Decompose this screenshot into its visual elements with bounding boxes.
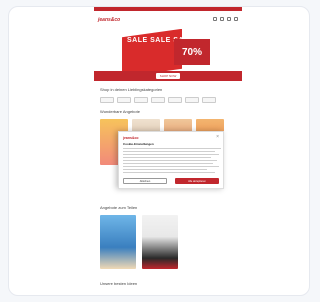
second-section-row [100, 215, 178, 269]
bottom-thumbnails [100, 295, 204, 296]
modal-text-line [123, 154, 219, 155]
modal-logo: jeans&co [123, 136, 139, 140]
trending-title: Wunderbare Angebote [100, 109, 140, 114]
categories-title: Shop in deinen Lieblingskategorien [100, 87, 163, 92]
heart-icon[interactable] [220, 17, 224, 21]
close-icon[interactable]: × [216, 135, 219, 140]
modal-text-line [123, 151, 215, 152]
modal-text-line [123, 169, 207, 170]
thumbnail[interactable] [100, 295, 120, 296]
category-chip[interactable] [134, 97, 148, 103]
cart-icon[interactable] [234, 17, 238, 21]
webpage-preview: jeans&co SALE SALE SALE 70% SHOP NOW Sho… [94, 7, 242, 296]
category-chip[interactable] [151, 97, 165, 103]
header-icons [213, 17, 238, 21]
modal-text-line [123, 157, 211, 158]
category-chip[interactable] [117, 97, 131, 103]
accept-button[interactable]: Alle akzeptieren [175, 178, 219, 184]
third-section-title: Unsere besten Ideen [100, 281, 138, 286]
decline-button[interactable]: Ablehnen [123, 178, 167, 184]
modal-text-line [123, 172, 215, 173]
modal-title: Cookie-Einstellungen [123, 142, 154, 146]
shop-now-button[interactable]: SHOP NOW [156, 73, 180, 79]
discount-badge: 70% [174, 39, 210, 65]
category-chip[interactable] [168, 97, 182, 103]
bag-image[interactable] [142, 215, 178, 269]
sale-shape [122, 29, 182, 73]
category-chip[interactable] [100, 97, 114, 103]
modal-text-line [123, 148, 221, 149]
second-section-title: Angebote zum Teilen [100, 205, 138, 210]
cookie-consent-modal: jeans&co × Cookie-Einstellungen Ablehnen… [118, 131, 224, 189]
thumbnail[interactable] [128, 295, 148, 296]
site-header: jeans&co [94, 11, 242, 29]
sale-banner[interactable]: SALE SALE SALE 70% [94, 29, 242, 73]
category-chip[interactable] [202, 97, 216, 103]
search-icon[interactable] [213, 17, 217, 21]
kids-image[interactable] [100, 215, 136, 269]
site-logo[interactable]: jeans&co [98, 17, 120, 23]
thumbnail[interactable] [184, 295, 204, 296]
category-chip[interactable] [185, 97, 199, 103]
modal-text-line [123, 166, 219, 167]
modal-text-line [123, 163, 213, 164]
modal-text-line [123, 160, 217, 161]
category-chips [100, 97, 216, 103]
banner-cta-bar: SHOP NOW [94, 71, 242, 81]
screenshot-card: jeans&co SALE SALE SALE 70% SHOP NOW Sho… [8, 6, 310, 296]
user-icon[interactable] [227, 17, 231, 21]
thumbnail[interactable] [156, 295, 176, 296]
